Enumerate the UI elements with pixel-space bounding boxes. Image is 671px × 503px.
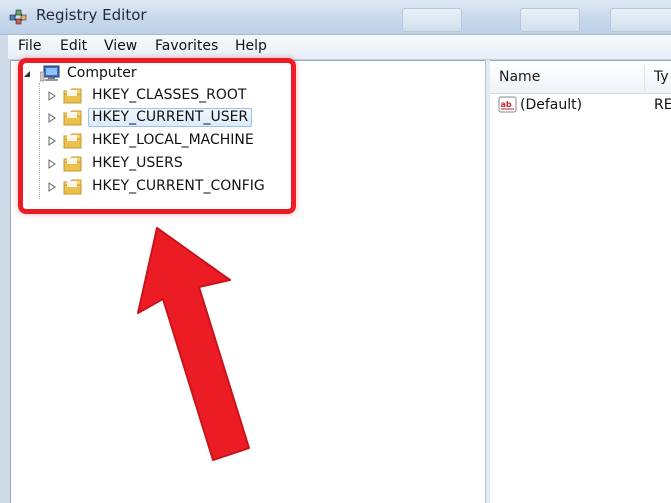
value-name: (Default) [520,97,583,113]
title-bar-glass [610,8,671,32]
menu-file[interactable]: File [18,38,41,54]
tree-node-label: HKEY_CLASSES_ROOT [92,87,247,103]
tree-node-hkey-local-machine[interactable]: HKEY_LOCAL_MACHINE [45,130,285,152]
column-separator[interactable] [644,65,645,91]
menu-help[interactable]: Help [235,38,267,54]
tree-guide-line [39,83,40,199]
registry-editor-window: Registry Editor File Edit View Favorites… [0,0,671,503]
tree-node-hkey-classes-root[interactable]: HKEY_CLASSES_ROOT [45,85,285,107]
collapse-arrow-icon[interactable] [22,68,32,80]
value-row[interactable]: ab (Default) RE [496,95,671,117]
menu-edit[interactable]: Edit [60,38,87,54]
expand-arrow-icon[interactable] [47,135,57,147]
expand-arrow-icon[interactable] [47,90,57,102]
registry-editor-icon [9,9,27,25]
title-bar[interactable]: Registry Editor [0,0,671,35]
folder-icon [63,110,82,126]
menu-favorites[interactable]: Favorites [155,38,218,54]
tree-node-label-selected: HKEY_CURRENT_USER [88,108,253,127]
folder-icon [63,179,82,195]
tree-node-computer[interactable]: Computer [20,63,220,85]
values-list-pane[interactable]: Name Ty ab (Default) RE [490,60,671,503]
tree-node-hkey-current-config[interactable]: HKEY_CURRENT_CONFIG [45,176,285,198]
tree-node-label: Computer [67,65,137,81]
string-value-icon: ab [498,96,517,113]
folder-icon [63,156,82,172]
list-header: Name Ty [490,63,671,94]
folder-icon [63,133,82,149]
tree-node-label: HKEY_USERS [92,155,183,171]
expand-arrow-icon[interactable] [47,158,57,170]
svg-text:ab: ab [501,100,512,109]
expand-arrow-icon[interactable] [47,112,57,124]
menu-bar: File Edit View Favorites Help [8,35,671,60]
tree-node-hkey-current-user[interactable]: HKEY_CURRENT_USER [45,107,285,129]
window-title: Registry Editor [36,6,147,24]
tree-node-label: HKEY_CURRENT_CONFIG [92,178,265,194]
title-bar-glass [520,8,580,32]
column-header-name[interactable]: Name [499,69,540,85]
value-type: RE [654,97,671,113]
menu-view[interactable]: View [104,38,137,54]
tree-node-label: HKEY_LOCAL_MACHINE [92,132,254,148]
title-bar-glass [402,8,462,32]
tree-node-hkey-users[interactable]: HKEY_USERS [45,153,285,175]
folder-icon [63,88,82,104]
expand-arrow-icon[interactable] [47,181,57,193]
column-header-type[interactable]: Ty [654,69,669,85]
computer-icon [40,65,60,82]
